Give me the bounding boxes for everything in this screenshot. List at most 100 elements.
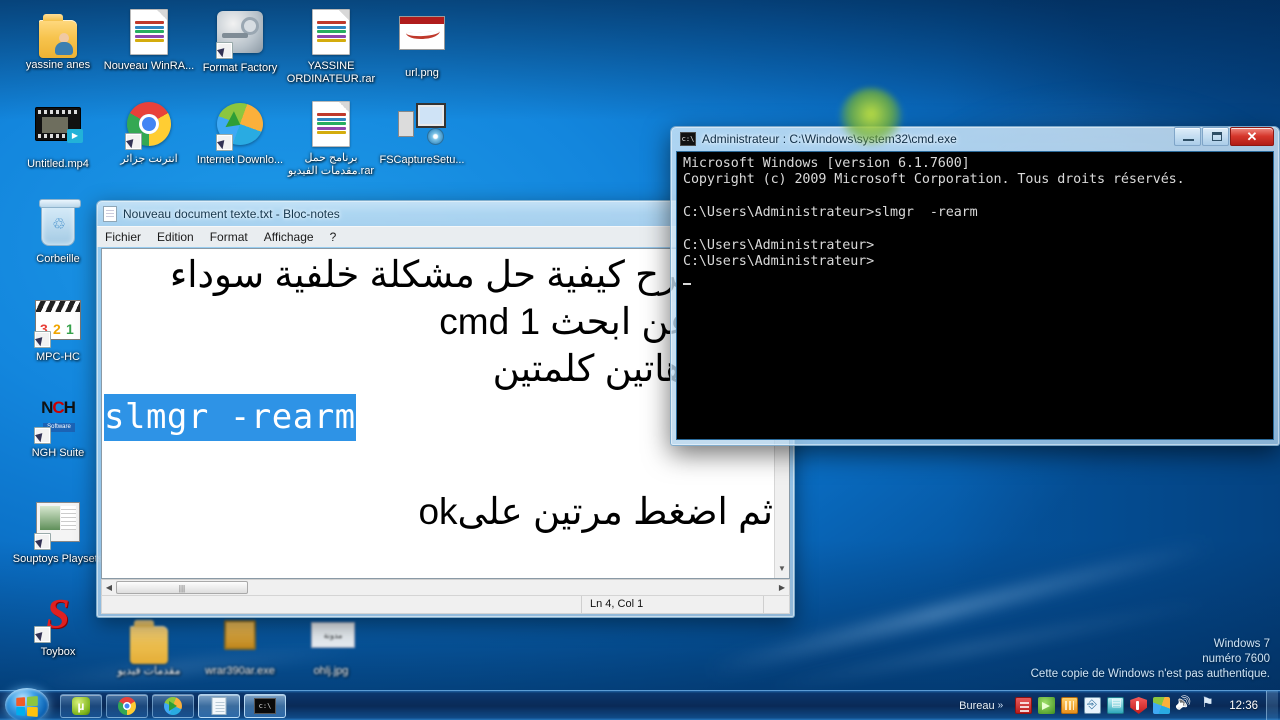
taskbar-item-cmd[interactable]: c:\ <box>244 693 286 718</box>
maximize-button[interactable] <box>1202 127 1229 146</box>
selected-text: slmgr -rearm <box>104 394 356 441</box>
speaker-icon[interactable] <box>1176 697 1193 714</box>
cmd-caret <box>683 282 691 285</box>
action-center-flag-icon[interactable] <box>1199 694 1216 714</box>
windows-activation-watermark: Windows 7 numéro 7600 Cette copie de Win… <box>1031 637 1270 682</box>
menu-fichier[interactable]: Fichier <box>105 230 141 244</box>
cmd-title-bar[interactable]: c:\ Administrateur : C:\Windows\system32… <box>675 127 1275 151</box>
desktop-icon-mpc-hc[interactable]: 321 MPC-HC <box>12 296 104 364</box>
cmd-title: Administrateur : C:\Windows\system32\cmd… <box>702 132 957 146</box>
watermark-line-3: Cette copie de Windows n'est pas authent… <box>1030 668 1270 680</box>
desktop-icon-label: YASSINE ORDINATEUR.rar <box>286 60 376 85</box>
desktop-icon-souptoys-playsets[interactable]: Souptoys Playsets <box>12 498 104 566</box>
taskbar-item-notepad[interactable] <box>198 693 240 718</box>
orange-app-icon[interactable] <box>1061 697 1079 714</box>
desktop-icon-label: MPC-HC <box>36 351 80 363</box>
desktop-icon-wrar390ar-exe[interactable]: wrar390ar.exe <box>194 614 286 678</box>
menu-affichage[interactable]: Affichage <box>264 230 314 244</box>
desktop-icon-label: wrar390ar.exe <box>205 665 275 677</box>
notepad-status-bar: Ln 4, Col 1 <box>101 595 790 614</box>
idm-icon <box>216 103 264 151</box>
shield-icon[interactable] <box>1130 697 1148 714</box>
desktop-icon-video-intros[interactable]: مقدمات فيديو <box>103 614 195 678</box>
desktop-icon-label: Souptoys Playsets <box>12 553 104 565</box>
desktop-icon-label: Format Factory <box>202 62 278 74</box>
menu-help[interactable]: ? <box>330 230 337 244</box>
menu-edition[interactable]: Edition <box>157 230 194 244</box>
desktop-icon-yassine-ordinateur-rar[interactable]: YASSINE ORDINATEUR.rar <box>285 8 377 85</box>
desktop-icon-fscapture-setup[interactable]: FSCaptureSetu... <box>376 100 468 167</box>
cmd-output-text: Microsoft Windows [version 6.1.7600] Cop… <box>683 156 1185 270</box>
desktop-icon-corbeille[interactable]: ♲ Corbeille <box>12 199 104 266</box>
folder-icon <box>125 614 173 664</box>
status-resize-grip[interactable] <box>763 596 789 613</box>
desktop-icon-url-png[interactable]: url.png <box>376 8 468 80</box>
desktop-icon-label: NGH Suite <box>31 447 85 459</box>
notepad-horizontal-scrollbar[interactable]: ◀ ||| ▶ <box>101 579 790 596</box>
desktop-icon-label: url.png <box>405 67 439 79</box>
desktop-icon-label: Nouveau WinRA... <box>103 60 195 72</box>
command-prompt-window[interactable]: c:\ Administrateur : C:\Windows\system32… <box>670 126 1280 446</box>
taskbar-item-utorrent[interactable]: µ <box>60 693 102 718</box>
menu-format[interactable]: Format <box>210 230 248 244</box>
scroll-right-arrow[interactable]: ▶ <box>775 580 789 595</box>
system-tray[interactable]: Bureau » 12:36 <box>959 690 1280 720</box>
red-app-icon[interactable] <box>1015 697 1033 714</box>
idm-download-icon[interactable] <box>1153 697 1171 714</box>
taskbar-item-chrome[interactable] <box>106 693 148 718</box>
utorrent-icon: µ <box>72 696 90 715</box>
folder-icon <box>34 8 82 58</box>
desktop-icon-label: ohlj.jpg <box>313 665 349 677</box>
taskbar[interactable]: µ c:\ Bureau » 12:36 <box>0 687 1280 720</box>
desktop-icon-internet-algerie[interactable]: انترنت جزائر <box>103 100 195 166</box>
show-desktop-button[interactable] <box>1266 690 1278 720</box>
desktop[interactable]: yassine anes Nouveau WinRA... Format Fac… <box>0 0 1280 720</box>
cmd-icon: c:\ <box>680 132 696 146</box>
desktop-icon-label: Internet Downlo... <box>196 154 284 166</box>
text-line-blank <box>104 441 773 488</box>
horizontal-scroll-thumb[interactable]: ||| <box>116 581 248 594</box>
desktop-icon-yassine-anes[interactable]: yassine anes <box>12 8 104 72</box>
chrome-icon <box>125 102 173 150</box>
watermark-line-2: numéro 7600 <box>1202 653 1270 665</box>
fscapture-icon <box>398 103 446 151</box>
desktop-icon-toybox[interactable]: S Toybox <box>12 592 104 659</box>
taskbar-clock[interactable]: 12:36 <box>1229 700 1258 712</box>
desktop-icon-video-intro-program-rar[interactable]: برنامج حمل مقدمات الفيديو.rar <box>285 100 377 177</box>
minimize-button[interactable] <box>1174 127 1201 146</box>
winrar-installer-icon <box>216 614 264 662</box>
toybox-icon: S <box>34 593 82 643</box>
desktop-icon-label: Toybox <box>40 646 76 658</box>
desktop-icon-format-factory[interactable]: Format Factory <box>194 8 286 75</box>
idm-icon <box>164 696 182 715</box>
desktop-icon-internet-download-manager[interactable]: Internet Downlo... <box>194 100 286 167</box>
desktop-icon-label: انترنت جزائر <box>120 153 178 165</box>
idm-tray-icon[interactable] <box>1038 697 1056 714</box>
desktop-icon-label: برنامج حمل مقدمات الفيديو.rar <box>287 152 375 177</box>
notepad-icon <box>211 696 227 715</box>
winrar-archive-icon <box>307 101 355 149</box>
desktop-icon-label: yassine anes <box>25 59 91 71</box>
window-controls[interactable]: ✕ <box>1174 127 1274 146</box>
cmd-console-output-area[interactable]: Microsoft Windows [version 6.1.7600] Cop… <box>676 151 1274 440</box>
teal-app-icon[interactable] <box>1107 696 1125 714</box>
chrome-icon <box>118 696 136 715</box>
chevron-right-icon[interactable]: » <box>998 700 1004 711</box>
desktop-icon-ngh-suite[interactable]: NCH Software NGH Suite <box>12 392 104 460</box>
network-icon[interactable] <box>1084 697 1102 714</box>
desktop-icon-label: Corbeille <box>36 253 80 265</box>
desktop-icon-label: FSCaptureSetu... <box>379 154 465 166</box>
scroll-left-arrow[interactable]: ◀ <box>102 580 116 595</box>
desktop-icon-untitled-mp4[interactable]: ▶ Untitled.mp4 <box>12 100 104 171</box>
text-line-6: ثم اضغط مرتين علىok <box>418 491 773 532</box>
start-button[interactable] <box>2 687 56 720</box>
desktop-icon-label: Untitled.mp4 <box>27 158 89 170</box>
close-button[interactable]: ✕ <box>1230 127 1274 146</box>
scroll-down-arrow[interactable]: ▼ <box>775 564 789 578</box>
desktop-icon-nouveau-winrar[interactable]: Nouveau WinRA... <box>103 8 195 73</box>
tray-toolbar-label: Bureau <box>959 699 995 712</box>
notepad-title: Nouveau document texte.txt - Bloc-notes <box>123 206 340 221</box>
video-file-icon: ▶ <box>34 107 83 155</box>
desktop-icon-ohlj-jpg[interactable]: مدونة ohlj.jpg <box>285 614 377 678</box>
taskbar-item-idm[interactable] <box>152 693 194 718</box>
